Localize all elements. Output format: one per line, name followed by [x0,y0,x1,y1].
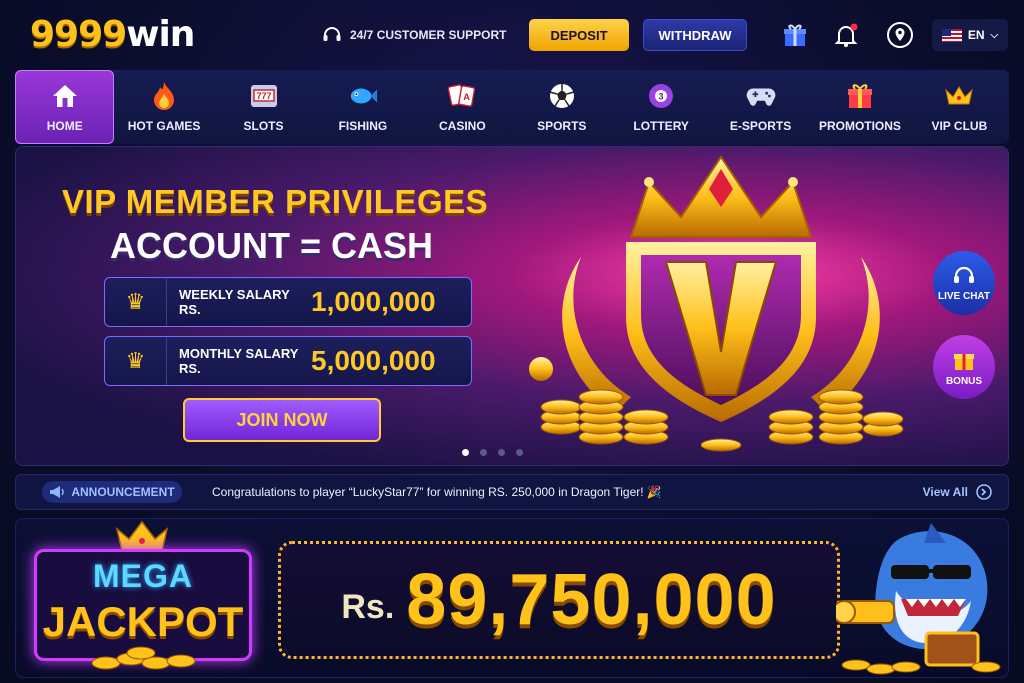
cards-icon: A [447,81,477,111]
nav-item-sports[interactable]: SPORTS [512,70,611,144]
headset-icon [954,266,974,283]
bell-icon[interactable] [831,20,861,50]
jackpot-mega-label: MEGA [93,558,193,594]
monthly-salary-box: ♛ MONTHLY SALARY RS. 5,000,000 [104,336,472,386]
announcement-tag: ANNOUNCEMENT [42,481,182,503]
nav-label: E-SPORTS [729,119,792,133]
weekly-salary-box: ♛ WEEKLY SALARY RS. 1,000,000 [104,277,472,327]
view-all-label: View All [922,485,968,499]
jackpot-currency: Rs. [341,587,395,626]
weekly-salary-amount: 1,000,000 [311,286,436,317]
gift-icon [845,81,875,111]
join-now-button[interactable]: JOIN NOW [183,398,381,442]
live-chat-label: LIVE CHAT [937,290,991,302]
gift-icon[interactable] [780,20,810,50]
announcement-label: ANNOUNCEMENT [71,485,175,499]
carousel-dot[interactable] [516,449,523,456]
withdraw-button[interactable]: WITHDRAW [643,19,747,51]
main-nav: HOME HOT GAMES 777 SLOTS FISHING A CASIN… [15,70,1009,144]
nav-item-hot-games[interactable]: HOT GAMES [114,70,213,144]
nav-item-slots[interactable]: 777 SLOTS [214,70,313,144]
shark-mascot-illustration [836,523,1001,675]
header: 9999win [0,0,1024,70]
nav-item-lottery[interactable]: 3 LOTTERY [611,70,710,144]
bonus-label: BONUS [945,375,983,387]
location-icon[interactable] [885,20,915,50]
home-icon [50,81,80,111]
language-code: EN [967,28,985,42]
fish-icon [348,81,378,111]
customer-support-link[interactable]: 24/7 CUSTOMER SUPPORT [322,26,506,44]
nav-label: FISHING [338,119,388,133]
nav-item-promotions[interactable]: PROMOTIONS [810,70,909,144]
nav-label: SLOTS [243,119,284,133]
view-all-link[interactable]: View All [923,484,992,500]
deposit-button[interactable]: DEPOSIT [529,19,629,51]
carousel-dot[interactable] [480,449,487,456]
carousel-dot[interactable] [498,449,505,456]
announcement-bar: ANNOUNCEMENT Congratulations to player “… [15,474,1009,510]
nav-item-vip-club[interactable]: VIP CLUB [910,70,1009,144]
crown-icon: ♛ [105,337,167,385]
mega-jackpot-section: MEGA JACKPOT Rs. 89,750,000 [15,518,1009,678]
nav-item-esports[interactable]: E-SPORTS [711,70,810,144]
logo[interactable]: 9999win [30,14,195,55]
chevron-down-icon: ⌵ [990,29,999,41]
monthly-salary-label: MONTHLY SALARY RS. [179,346,299,376]
nav-label: HOT GAMES [127,119,201,133]
crown-icon [115,520,169,552]
nav-label: CASINO [438,119,486,133]
svg-text:3: 3 [659,92,664,102]
gold-coins-illustration [91,646,196,670]
nav-label: SPORTS [537,119,587,133]
weekly-salary-label: WEEKLY SALARY RS. [179,287,290,317]
carousel-dot[interactable] [462,449,469,456]
crown-icon [944,81,974,111]
announcement-text: Congratulations to player “LuckyStar77” … [212,485,662,499]
page: 9999win 24/7 CUSTOMER SUPPORT DEPOSIT WI… [0,0,1024,683]
soccer-ball-icon [547,81,577,111]
nav-label: PROMOTIONS [818,119,901,133]
gift-icon [954,353,974,370]
us-flag-icon [941,28,962,42]
fire-icon [149,81,179,111]
svg-text:A: A [464,92,471,102]
arrow-right-icon [976,484,992,500]
banner-subtitle: ACCOUNT = CASH [110,225,434,266]
gamepad-icon [746,81,776,111]
slot-machine-icon: 777 [249,81,279,111]
nav-label: VIP CLUB [931,119,988,133]
nav-item-fishing[interactable]: FISHING [313,70,412,144]
nav-label: LOTTERY [633,119,689,133]
lottery-ball-icon: 3 [646,81,676,111]
vip-promo-banner[interactable]: VIP MEMBER PRIVILEGES ACCOUNT = CASH ♛ W… [15,146,1009,466]
nav-label: HOME [46,119,83,133]
monthly-salary-amount: 5,000,000 [311,345,436,376]
carousel-dots [462,449,523,456]
svg-text:777: 777 [256,91,271,101]
logo-text: win [126,14,195,55]
headset-icon [323,27,341,41]
vip-crown-emblem-illustration [529,155,904,452]
megaphone-icon [50,486,65,498]
logo-number: 9999 [30,14,127,55]
crown-icon: ♛ [105,278,167,326]
support-label: 24/7 CUSTOMER SUPPORT [350,28,507,42]
bonus-button[interactable]: BONUS [933,335,995,399]
language-selector[interactable]: EN ⌵ [932,19,1008,51]
jackpot-amount-board: Rs. 89,750,000 [278,541,840,659]
nav-item-home[interactable]: HOME [15,70,115,144]
jackpot-amount: 89,750,000 [406,560,777,640]
live-chat-button[interactable]: LIVE CHAT [933,251,995,315]
nav-item-casino[interactable]: A CASINO [413,70,512,144]
banner-title: VIP MEMBER PRIVILEGES [62,183,489,220]
